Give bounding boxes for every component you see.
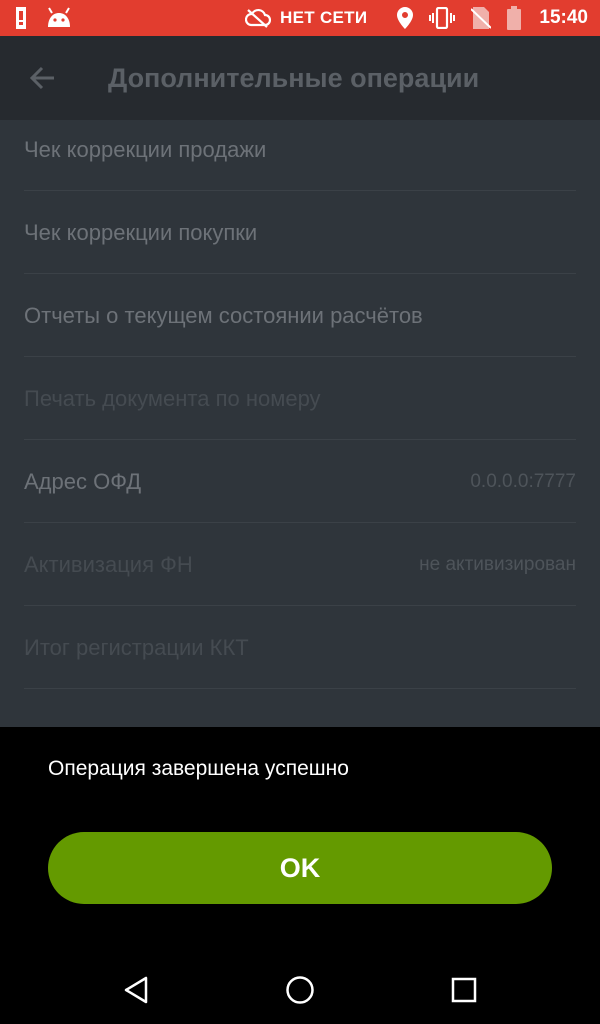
screen: НЕТ СЕТИ 15:40 Дополнительные операции Ч… [0, 0, 600, 1024]
list-item-value: не активизирован [419, 553, 576, 575]
home-circle-icon [285, 975, 315, 1005]
arrow-back-icon [29, 66, 55, 90]
list-item-label: Чек коррекции продажи [24, 136, 267, 162]
list-item-kkt-registration[interactable]: Итог регистрации ККТ [24, 607, 576, 689]
network-status-label: НЕТ СЕТИ [280, 8, 368, 27]
list-item-purchase-correction[interactable]: Чек коррекции покупки [24, 192, 576, 274]
nav-back-button[interactable] [116, 970, 156, 1010]
battery-icon [507, 6, 522, 30]
list-item-print-document[interactable]: Печать документа по номеру [24, 358, 576, 440]
list-item-value: 0.0.0.0:7777 [470, 470, 576, 492]
list-item-settlement-reports[interactable]: Отчеты о текущем состоянии расчётов [24, 275, 576, 357]
list-item-label: Чек коррекции покупки [24, 219, 258, 245]
app-bar: Дополнительные операции [0, 36, 600, 120]
operations-list: Чек коррекции продажи Чек коррекции поку… [0, 120, 600, 760]
list-item-label: Итог регистрации ККТ [24, 634, 249, 660]
status-bar: НЕТ СЕТИ 15:40 [0, 0, 600, 36]
alert-icon [14, 7, 28, 29]
location-icon [397, 7, 414, 29]
list-item-sale-correction[interactable]: Чек коррекции продажи [24, 120, 576, 191]
list-item-ofd-address[interactable]: Адрес ОФД 0.0.0.0:7777 [24, 441, 576, 523]
android-icon [46, 7, 72, 29]
back-button[interactable] [22, 58, 62, 98]
page-title: Дополнительные операции [108, 62, 480, 93]
list-item-label: Печать документа по номеру [24, 385, 321, 411]
back-triangle-icon [122, 975, 150, 1005]
list-item-label: Активизация ФН [24, 551, 193, 577]
cloud-off-icon [245, 8, 272, 28]
no-sim-icon [471, 7, 492, 29]
nav-home-button[interactable] [280, 970, 320, 1010]
list-item-label: Отчеты о текущем состоянии расчётов [24, 302, 423, 328]
vibrate-icon [429, 7, 456, 29]
ok-button[interactable]: OK [48, 832, 552, 904]
dialog-message: Операция завершена успешно [48, 757, 349, 780]
list-item-label: Адрес ОФД [24, 468, 142, 494]
navigation-bar [0, 954, 600, 1024]
status-clock: 15:40 [539, 7, 588, 28]
recents-square-icon [451, 977, 477, 1003]
list-item-fn-activation[interactable]: Активизация ФН не активизирован [24, 524, 576, 606]
result-dialog: Операция завершена успешно OK [0, 727, 600, 954]
nav-recents-button[interactable] [444, 970, 484, 1010]
